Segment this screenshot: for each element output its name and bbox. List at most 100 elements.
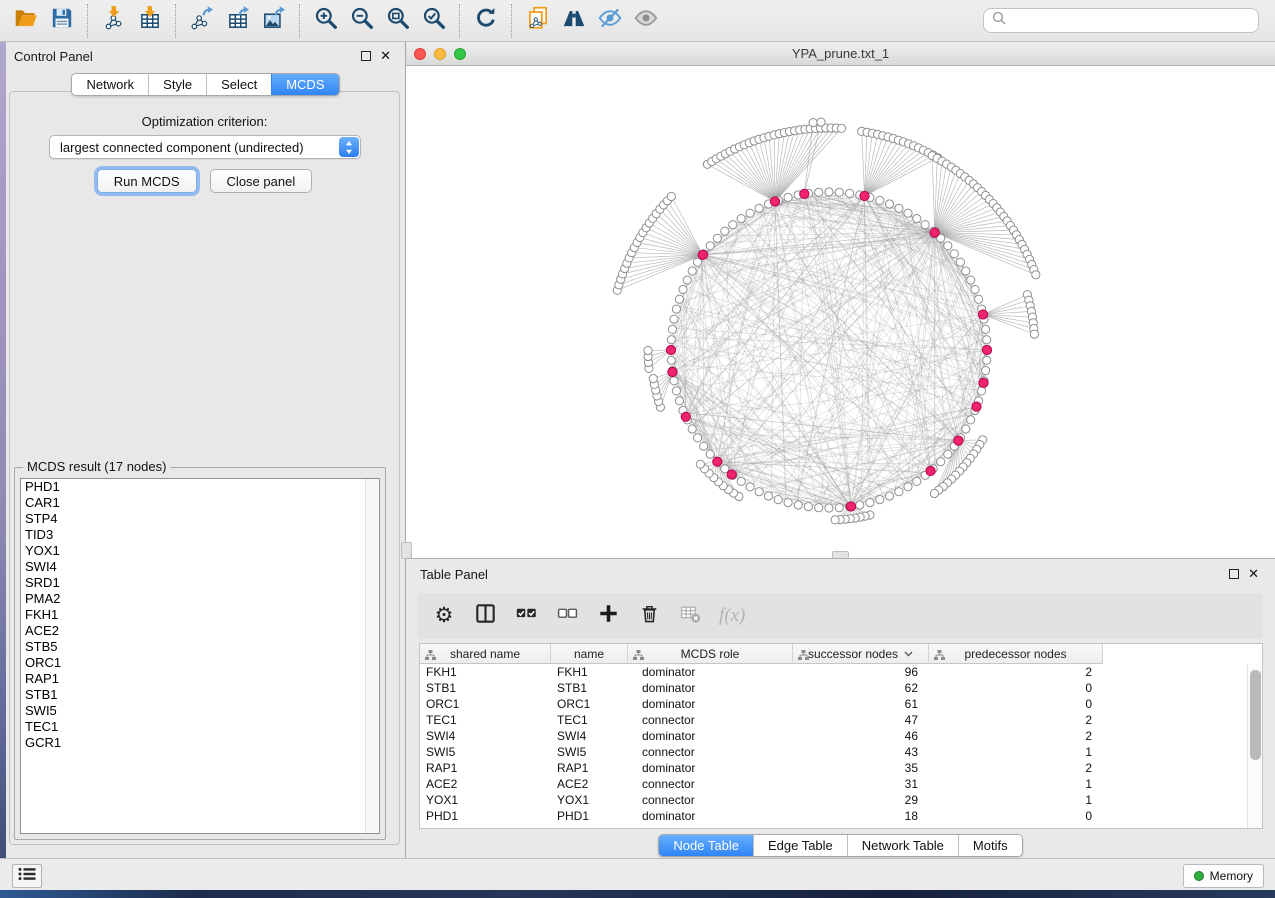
network-node[interactable] bbox=[895, 204, 903, 212]
mcds-hub-node[interactable] bbox=[713, 457, 722, 466]
mcds-result-item[interactable]: STP4 bbox=[21, 511, 379, 527]
network-canvas[interactable] bbox=[406, 66, 1275, 558]
network-node[interactable] bbox=[672, 387, 680, 395]
mcds-hub-node[interactable] bbox=[972, 402, 981, 411]
network-node[interactable] bbox=[962, 267, 970, 275]
network-node[interactable] bbox=[885, 200, 893, 208]
network-node[interactable] bbox=[835, 504, 843, 512]
network-node[interactable] bbox=[683, 276, 691, 284]
network-node[interactable] bbox=[737, 215, 745, 223]
network-node[interactable] bbox=[679, 285, 687, 293]
network-node[interactable] bbox=[967, 416, 975, 424]
mcds-hub-node[interactable] bbox=[727, 470, 736, 479]
network-node[interactable] bbox=[962, 425, 970, 433]
mcds-hub-node[interactable] bbox=[666, 345, 675, 354]
search-input[interactable] bbox=[983, 8, 1259, 33]
split-columns-button[interactable] bbox=[473, 603, 497, 629]
network-node[interactable] bbox=[809, 119, 817, 127]
network-graph[interactable] bbox=[406, 66, 1275, 558]
network-node[interactable] bbox=[746, 483, 754, 491]
network-node[interactable] bbox=[956, 258, 964, 266]
panel-splitter-handle[interactable] bbox=[401, 542, 412, 559]
table-tab-edge-table[interactable]: Edge Table bbox=[753, 835, 847, 856]
mcds-hub-node[interactable] bbox=[800, 189, 809, 198]
network-node[interactable] bbox=[764, 492, 772, 500]
network-node[interactable] bbox=[846, 189, 854, 197]
network-node[interactable] bbox=[670, 315, 678, 323]
network-node[interactable] bbox=[675, 397, 683, 405]
table-scrollbar-thumb[interactable] bbox=[1250, 670, 1261, 760]
table-row[interactable]: ACE2ACE2connector311 bbox=[420, 776, 1262, 792]
mcds-hub-node[interactable] bbox=[681, 412, 690, 421]
network-node[interactable] bbox=[713, 234, 721, 242]
tab-select[interactable]: Select bbox=[206, 74, 271, 95]
mcds-result-list[interactable]: PHD1CAR1STP4TID3YOX1SWI4SRD1PMA2FKH1ACE2… bbox=[20, 478, 380, 834]
mcds-result-item[interactable]: ACE2 bbox=[21, 623, 379, 639]
delete-column-button[interactable] bbox=[637, 603, 661, 629]
tab-style[interactable]: Style bbox=[148, 74, 206, 95]
mcds-result-item[interactable]: PHD1 bbox=[21, 479, 379, 495]
table-tab-motifs[interactable]: Motifs bbox=[958, 835, 1022, 856]
mcds-hub-node[interactable] bbox=[860, 191, 869, 200]
zoom-selected-button[interactable] bbox=[416, 3, 452, 39]
column-header-successor-nodes[interactable]: successor nodes bbox=[793, 644, 929, 664]
network-node[interactable] bbox=[804, 503, 812, 511]
network-node[interactable] bbox=[755, 488, 763, 496]
network-node[interactable] bbox=[667, 192, 675, 200]
network-node[interactable] bbox=[784, 193, 792, 201]
network-node[interactable] bbox=[913, 477, 921, 485]
mcds-hub-node[interactable] bbox=[668, 367, 677, 376]
network-node[interactable] bbox=[975, 295, 983, 303]
export-table-button[interactable] bbox=[220, 3, 256, 39]
save-session-button[interactable] bbox=[44, 3, 80, 39]
network-node[interactable] bbox=[729, 221, 737, 229]
column-header-MCDS-role[interactable]: MCDS role bbox=[628, 644, 793, 664]
network-node[interactable] bbox=[694, 434, 702, 442]
import-table-button[interactable] bbox=[132, 3, 168, 39]
network-node[interactable] bbox=[668, 325, 676, 333]
close-panel-button[interactable]: Close panel bbox=[210, 169, 313, 193]
export-image-button[interactable] bbox=[256, 3, 292, 39]
mcds-hub-node[interactable] bbox=[954, 436, 963, 445]
network-node[interactable] bbox=[696, 460, 704, 468]
network-node[interactable] bbox=[721, 227, 729, 235]
network-node[interactable] bbox=[904, 483, 912, 491]
network-node[interactable] bbox=[930, 489, 938, 497]
network-node[interactable] bbox=[895, 488, 903, 496]
network-node[interactable] bbox=[1030, 330, 1038, 338]
clone-network-button[interactable] bbox=[520, 3, 556, 39]
network-node[interactable] bbox=[784, 499, 792, 507]
network-node[interactable] bbox=[885, 492, 893, 500]
network-node[interactable] bbox=[825, 504, 833, 512]
mcds-result-item[interactable]: SWI4 bbox=[21, 559, 379, 575]
network-node[interactable] bbox=[670, 377, 678, 385]
add-column-button[interactable] bbox=[596, 603, 620, 629]
network-node[interactable] bbox=[644, 346, 652, 354]
network-node[interactable] bbox=[672, 305, 680, 313]
network-node[interactable] bbox=[649, 375, 657, 383]
network-node[interactable] bbox=[706, 242, 714, 250]
import-network-button[interactable] bbox=[96, 3, 132, 39]
network-node[interactable] bbox=[794, 501, 802, 509]
network-node[interactable] bbox=[978, 387, 986, 395]
mcds-result-item[interactable]: CAR1 bbox=[21, 495, 379, 511]
network-node[interactable] bbox=[755, 204, 763, 212]
mcds-result-item[interactable]: GCR1 bbox=[21, 735, 379, 751]
network-node[interactable] bbox=[837, 124, 845, 132]
tab-mcds[interactable]: MCDS bbox=[271, 74, 338, 95]
network-node[interactable] bbox=[667, 336, 675, 344]
mcds-list-scrollbar[interactable] bbox=[365, 479, 379, 833]
clear-selection-button[interactable] bbox=[555, 603, 579, 629]
gear-button[interactable]: ⚙ bbox=[432, 603, 456, 629]
hide-graphics-details-button[interactable] bbox=[592, 3, 628, 39]
table-row[interactable]: TEC1TEC1connector472 bbox=[420, 712, 1262, 728]
mcds-result-item[interactable]: YOX1 bbox=[21, 543, 379, 559]
mcds-hub-node[interactable] bbox=[770, 197, 779, 206]
table-tab-network-table[interactable]: Network Table bbox=[847, 835, 958, 856]
mcds-hub-node[interactable] bbox=[982, 345, 991, 354]
table-scrollbar[interactable] bbox=[1247, 664, 1262, 828]
mcds-result-item[interactable]: ORC1 bbox=[21, 655, 379, 671]
network-node[interactable] bbox=[825, 188, 833, 196]
show-graphics-details-button[interactable] bbox=[628, 3, 664, 39]
float-table-panel-icon[interactable] bbox=[1229, 569, 1239, 579]
